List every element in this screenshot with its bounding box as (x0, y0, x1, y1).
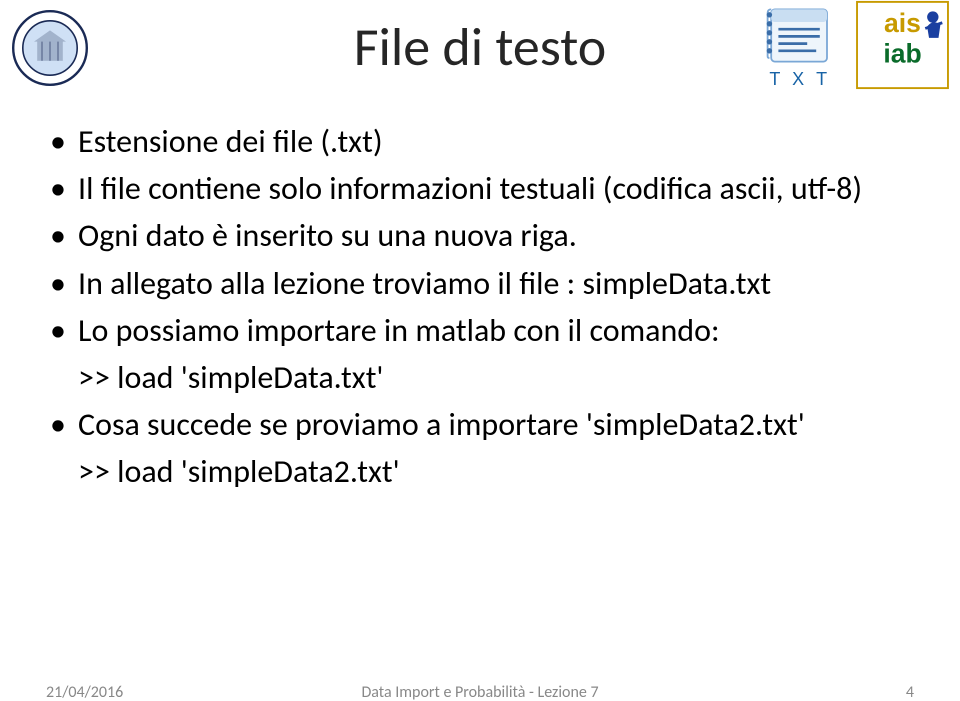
slide-title: File di testo (0, 14, 960, 80)
bullet-item: Il file contiene solo informazioni testu… (46, 167, 920, 210)
bullet-item: Cosa succede se proviamo a importare 'si… (46, 403, 920, 446)
command-line: >> load 'simpleData.txt' (46, 356, 920, 399)
bullet-item: Lo possiamo importare in matlab con il c… (46, 309, 920, 352)
bullet-item: Estensione dei file (.txt) (46, 120, 920, 163)
footer-lesson: Data Import e Probabilità - Lezione 7 (0, 683, 960, 701)
bullet-item: Ogni dato è inserito su una nuova riga. (46, 214, 920, 257)
command-line: >> load 'simpleData2.txt' (46, 450, 920, 493)
slide: ais iab T X T File di testo Estensione d… (0, 0, 960, 701)
bullet-item: In allegato alla lezione troviamo il fil… (46, 262, 920, 305)
footer-page-number: 4 (906, 683, 914, 701)
slide-body: Estensione dei file (.txt) Il file conti… (46, 120, 920, 498)
